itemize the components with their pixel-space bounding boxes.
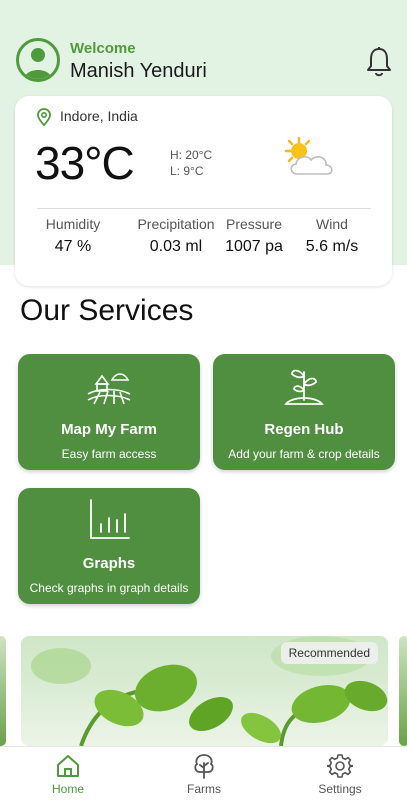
stat-value: 47 % xyxy=(54,238,92,255)
welcome-label: Welcome xyxy=(70,40,136,57)
notification-bell-icon[interactable] xyxy=(364,46,394,78)
service-subtitle: Easy farm access xyxy=(61,447,157,461)
weather-card: Indore, India 33°C H: 20°C L: 9°C Humidi… xyxy=(15,96,392,286)
nav-home[interactable]: Home xyxy=(28,753,108,796)
stat-label: Wind xyxy=(316,216,348,232)
graphs-card[interactable]: Graphs Check graphs in graph details xyxy=(18,488,200,604)
nav-settings[interactable]: Settings xyxy=(300,753,380,796)
sprout-icon xyxy=(284,369,324,405)
stat-humidity: Humidity 47 % xyxy=(28,216,118,256)
service-title: Graphs xyxy=(82,555,136,572)
recommended-badge: Recommended xyxy=(280,642,378,664)
weather-divider xyxy=(37,208,371,209)
stat-value: 0.03 ml xyxy=(149,238,203,255)
service-subtitle: Check graphs in graph details xyxy=(29,581,189,595)
carousel-next-card[interactable] xyxy=(399,636,407,746)
stat-wind: Wind 5.6 m/s xyxy=(287,216,377,256)
bottom-navigation: Home Farms Settings xyxy=(0,746,407,800)
nav-label: Settings xyxy=(318,782,362,796)
user-name: Manish Yenduri xyxy=(70,60,207,82)
user-avatar-icon xyxy=(24,48,52,79)
avatar[interactable] xyxy=(16,38,60,82)
partly-cloudy-icon xyxy=(284,136,333,175)
recommended-carousel[interactable]: Recommended xyxy=(0,636,407,746)
stat-label: Precipitation xyxy=(137,216,215,232)
regen-hub-card[interactable]: Regen Hub Add your farm & crop details xyxy=(213,354,395,470)
carousel-prev-card[interactable] xyxy=(0,636,6,746)
stat-label: Pressure xyxy=(225,216,283,232)
farm-map-icon xyxy=(87,373,131,405)
stat-value: 1007 pa xyxy=(225,238,283,255)
service-subtitle: Add your farm & crop details xyxy=(228,447,380,461)
services-heading: Our Services xyxy=(20,294,194,327)
location-pin-icon xyxy=(37,108,51,126)
nav-farms[interactable]: Farms xyxy=(164,753,244,796)
service-title: Map My Farm xyxy=(61,421,157,438)
stat-pressure: Pressure 1007 pa xyxy=(209,216,299,256)
bar-chart-icon xyxy=(90,499,130,539)
location-label: Indore, India xyxy=(60,108,138,124)
home-icon xyxy=(57,755,79,777)
stat-precipitation: Precipitation 0.03 ml xyxy=(131,216,221,256)
tree-icon xyxy=(194,754,214,779)
stat-label: Humidity xyxy=(45,216,101,232)
gear-icon xyxy=(327,754,353,778)
nav-label: Home xyxy=(51,782,84,796)
current-temperature: 33°C xyxy=(35,137,135,189)
stat-value: 5.6 m/s xyxy=(305,238,359,255)
map-my-farm-card[interactable]: Map My Farm Easy farm access xyxy=(18,354,200,470)
temperature-low: L: 9°C xyxy=(170,164,204,178)
nav-label: Farms xyxy=(187,782,221,796)
service-title: Regen Hub xyxy=(264,421,344,438)
temperature-high: H: 20°C xyxy=(170,148,213,162)
recommended-card[interactable]: Recommended xyxy=(21,636,388,746)
